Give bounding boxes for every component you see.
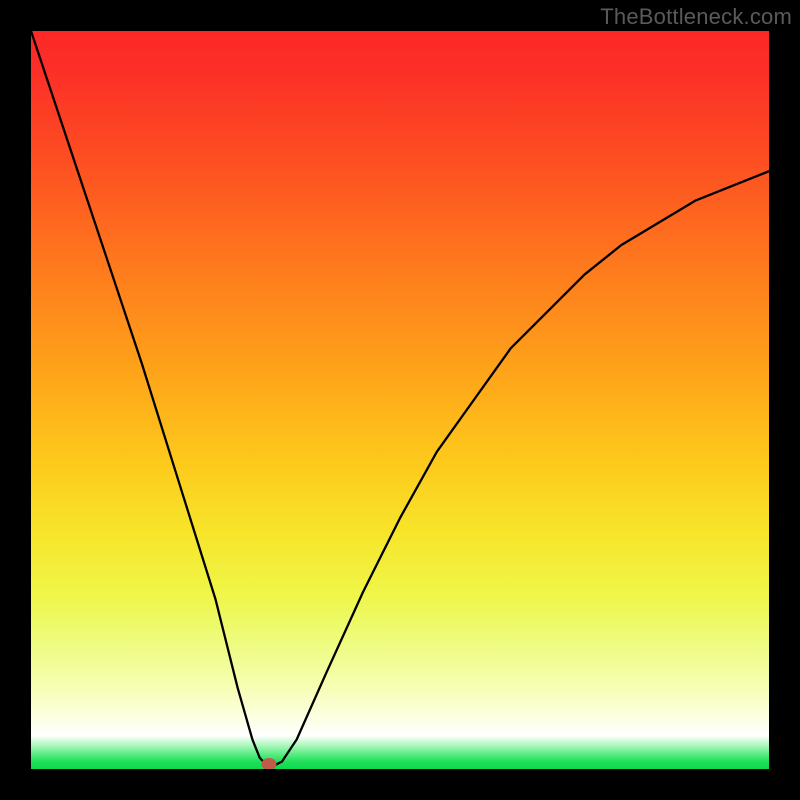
- plot-area: [31, 31, 769, 769]
- chart-stage: TheBottleneck.com: [0, 0, 800, 800]
- bottleneck-marker-icon: [262, 758, 277, 769]
- attribution-text: TheBottleneck.com: [600, 4, 792, 30]
- bottleneck-curve: [31, 31, 769, 769]
